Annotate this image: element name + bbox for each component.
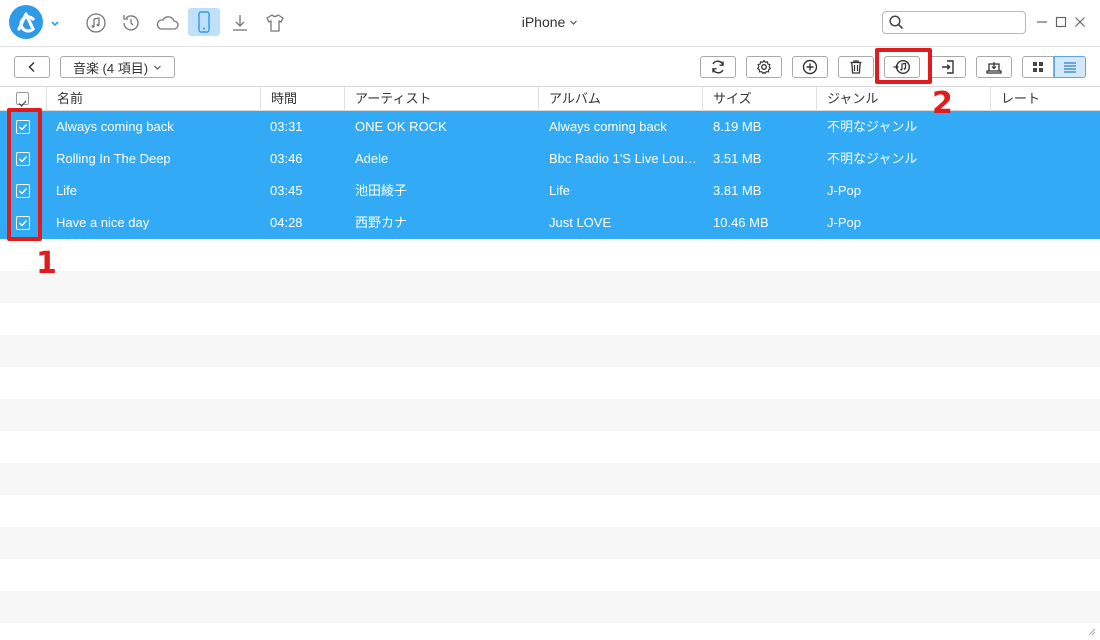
minimize-icon[interactable] [1035, 15, 1049, 29]
download-icon[interactable] [227, 10, 253, 36]
column-header-rating[interactable]: レート [990, 87, 1100, 111]
table-row[interactable]: Have a nice day 04:28 西野カナ Just LOVE 10.… [0, 207, 1100, 239]
empty-row [0, 271, 1100, 303]
resize-grip-icon[interactable] [1086, 626, 1096, 636]
category-label: 音楽 (4 項目) [72, 60, 149, 76]
grid-view-button[interactable] [1022, 56, 1054, 78]
music-icon[interactable] [83, 10, 109, 36]
cell-genre: 不明なジャンル [827, 151, 918, 166]
refresh-icon [712, 60, 724, 74]
empty-row [0, 559, 1100, 591]
list-view-icon [1064, 62, 1076, 73]
chevron-down-icon [154, 65, 161, 70]
device-selector[interactable]: iPhone [500, 14, 600, 30]
settings-icon [756, 59, 772, 75]
cell-name: Have a nice day [56, 215, 150, 230]
back-button[interactable] [14, 56, 50, 78]
empty-row [0, 367, 1100, 399]
cell-album: Just LOVE [549, 215, 612, 230]
cell-name: Life [56, 183, 77, 198]
cell-artist: Adele [355, 151, 389, 166]
empty-row [0, 431, 1100, 463]
empty-row [0, 335, 1100, 367]
search-input[interactable] [907, 14, 1021, 31]
cell-size: 10.46 MB [713, 215, 769, 230]
cell-size: 3.51 MB [713, 151, 762, 166]
phone-icon[interactable] [188, 8, 220, 36]
empty-row [0, 591, 1100, 623]
column-header-name[interactable]: 名前 [46, 87, 260, 111]
to-device-button[interactable] [976, 56, 1012, 78]
empty-row [0, 463, 1100, 495]
cell-time: 03:31 [270, 119, 303, 134]
column-header-album[interactable]: アルバム [538, 87, 702, 111]
cloud-icon[interactable] [154, 10, 180, 36]
tshirt-icon[interactable] [262, 10, 288, 36]
table-row[interactable]: Rolling In The Deep 03:46 Adele Bbc Radi… [0, 143, 1100, 175]
maximize-icon[interactable] [1054, 15, 1068, 29]
category-dropdown[interactable]: 音楽 (4 項目) [60, 56, 175, 78]
cell-album: Life [549, 183, 570, 198]
empty-row [0, 527, 1100, 559]
column-header-artist[interactable]: アーティスト [344, 87, 538, 111]
table-row[interactable]: Life 03:45 池田綾子 Life 3.81 MB J-Pop [0, 175, 1100, 207]
cell-genre: J-Pop [827, 183, 861, 198]
to-computer-icon [942, 60, 954, 74]
cell-genre: 不明なジャンル [827, 119, 918, 134]
select-all-checkbox[interactable] [16, 92, 29, 107]
annotation-box-to-itunes [875, 48, 932, 84]
music-table: 名前 時間 アーティスト アルバム サイズ ジャンル レート Always co… [0, 86, 1100, 640]
list-view-button[interactable] [1054, 56, 1086, 78]
empty-row [0, 399, 1100, 431]
refresh-button[interactable] [700, 56, 736, 78]
cell-time: 03:46 [270, 151, 303, 166]
search-box[interactable] [882, 11, 1026, 34]
cell-album: Always coming back [549, 119, 667, 134]
column-header-genre[interactable]: ジャンル [816, 87, 990, 111]
chevron-down-icon [570, 20, 578, 25]
column-header-time[interactable]: 時間 [260, 87, 344, 111]
history-icon[interactable] [118, 10, 144, 36]
title-bar: iPhone [0, 0, 1100, 46]
cell-name: Always coming back [56, 119, 174, 134]
chevron-down-icon[interactable] [50, 18, 60, 28]
empty-row [0, 623, 1100, 640]
cell-time: 03:45 [270, 183, 303, 198]
to-computer-button[interactable] [930, 56, 966, 78]
annotation-marker-2: 2 [932, 86, 953, 121]
cell-artist: 池田綾子 [355, 183, 408, 198]
empty-row [0, 303, 1100, 335]
cell-artist: ONE OK ROCK [355, 119, 447, 134]
toolbar: 音楽 (4 項目) [0, 46, 1100, 86]
delete-button[interactable] [838, 56, 874, 78]
chevron-left-icon [28, 61, 35, 73]
add-button[interactable] [792, 56, 828, 78]
annotation-marker-1: 1 [36, 246, 57, 281]
cell-size: 3.81 MB [713, 183, 762, 198]
app-logo-icon[interactable] [9, 5, 43, 39]
close-icon[interactable] [1073, 15, 1087, 29]
search-icon [889, 15, 904, 30]
column-header-size[interactable]: サイズ [702, 87, 816, 111]
to-device-icon [986, 62, 1002, 74]
cell-genre: J-Pop [827, 215, 861, 230]
cell-name: Rolling In The Deep [56, 151, 171, 166]
add-icon [802, 59, 818, 75]
cell-time: 04:28 [270, 215, 303, 230]
settings-button[interactable] [746, 56, 782, 78]
cell-size: 8.19 MB [713, 119, 762, 134]
device-name: iPhone [521, 14, 566, 30]
cell-album: Bbc Radio 1'S Live Loung... [549, 151, 697, 166]
grid-view-icon [1033, 62, 1043, 72]
annotation-box-checkboxes [7, 108, 42, 241]
trash-icon [850, 60, 862, 74]
cell-artist: 西野カナ [355, 215, 408, 230]
empty-row [0, 495, 1100, 527]
empty-row [0, 239, 1100, 271]
